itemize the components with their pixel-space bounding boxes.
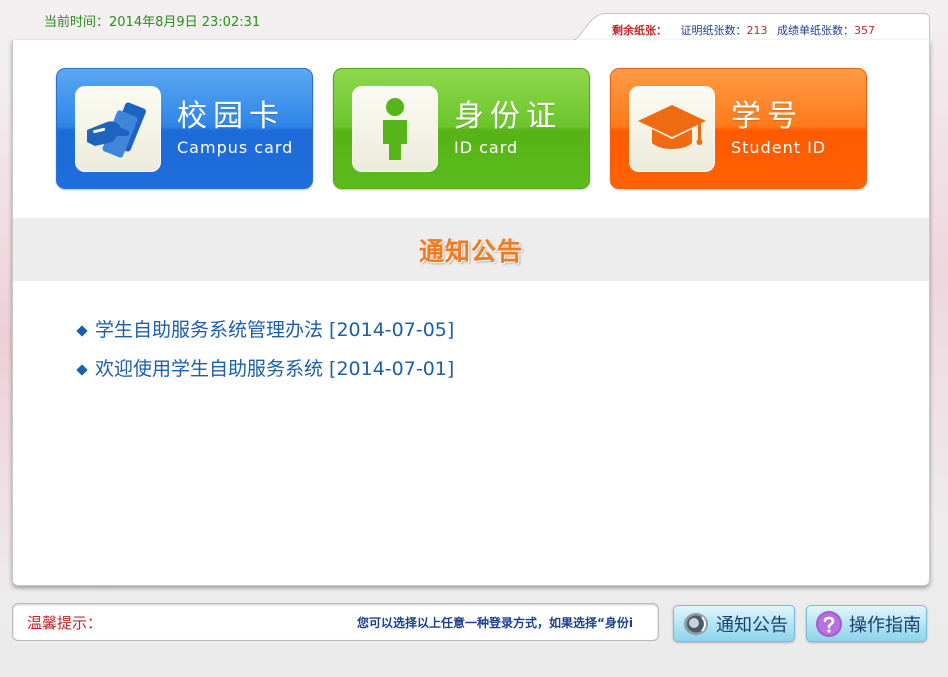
notice-button[interactable]: 通知公告 [673, 605, 795, 642]
student-id-login-button[interactable]: 学号 Student ID [610, 68, 867, 189]
tile-subtitle: Student ID [731, 138, 827, 157]
notice-list: 学生自助服务系统管理办法 [2014-07-05] 欢迎使用学生自助服务系统 [… [76, 311, 455, 389]
tip-marquee-text: 您可以选择以上任意一种登录方式，如果选择“身份i [357, 615, 634, 630]
tile-title: 校园卡 [177, 99, 285, 134]
campus-card-login-button[interactable]: 校园卡 Campus card [56, 68, 313, 189]
notice-item-link[interactable]: 欢迎使用学生自助服务系统 [2014-07-01] [76, 350, 455, 389]
paper-status-label: 剩余纸张： [612, 24, 667, 37]
notice-header-band: 通知公告 [13, 218, 929, 281]
diamond-bullet-icon [76, 363, 88, 376]
diamond-bullet-icon [76, 324, 88, 337]
tip-box: 温馨提示： 您可以选择以上任意一种登录方式，如果选择“身份i [12, 603, 659, 641]
operation-guide-button[interactable]: 操作指南 [806, 605, 927, 642]
notice-item-link[interactable]: 学生自助服务系统管理办法 [2014-07-05] [76, 311, 455, 350]
operation-guide-button-label: 操作指南 [849, 614, 921, 636]
person-icon [352, 85, 438, 172]
notice-heading: 通知公告 [418, 236, 523, 266]
tip-label: 温馨提示： [27, 613, 103, 632]
question-icon [814, 609, 844, 639]
id-card-login-button[interactable]: 身份证 ID card [333, 68, 590, 189]
speaker-icon [681, 609, 711, 639]
notice-button-label: 通知公告 [716, 614, 788, 636]
cert-paper-count: 213 [746, 24, 768, 37]
notice-item-text: 欢迎使用学生自助服务系统 [2014-07-01] [95, 358, 455, 380]
card-swipe-icon [75, 85, 161, 172]
cert-paper-label: 证明纸张数： [680, 24, 747, 37]
graduation-cap-icon [629, 85, 715, 172]
tile-subtitle: Campus card [177, 138, 294, 157]
transcript-paper-count: 357 [854, 24, 875, 37]
transcript-paper-label: 成绩单纸张数： [777, 24, 854, 37]
tile-title: 学号 [731, 99, 803, 134]
notice-item-text: 学生自助服务系统管理办法 [2014-07-05] [95, 319, 455, 341]
tile-title: 身份证 [454, 99, 562, 134]
tile-subtitle: ID card [454, 138, 519, 157]
paper-status: 剩余纸张： 证明纸张数：213 成绩单纸张数：357 [612, 22, 881, 38]
